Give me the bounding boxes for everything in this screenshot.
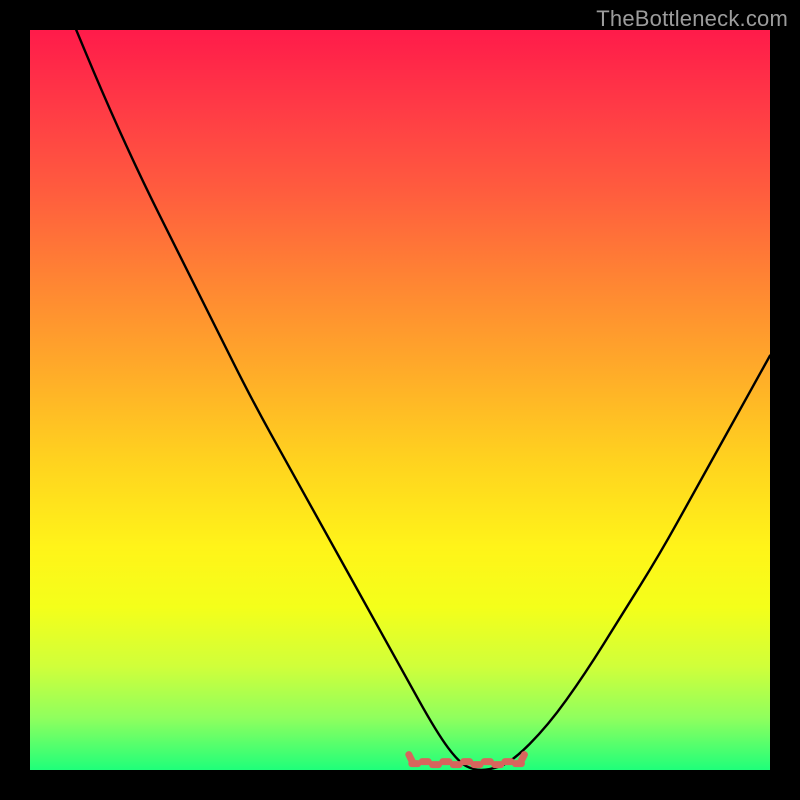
chart-stage: TheBottleneck.com [0,0,800,800]
plot-area [30,30,770,770]
basin-marker [409,755,525,765]
curve-layer [30,30,770,770]
watermark-text: TheBottleneck.com [596,6,788,32]
bottleneck-curve [30,30,770,770]
